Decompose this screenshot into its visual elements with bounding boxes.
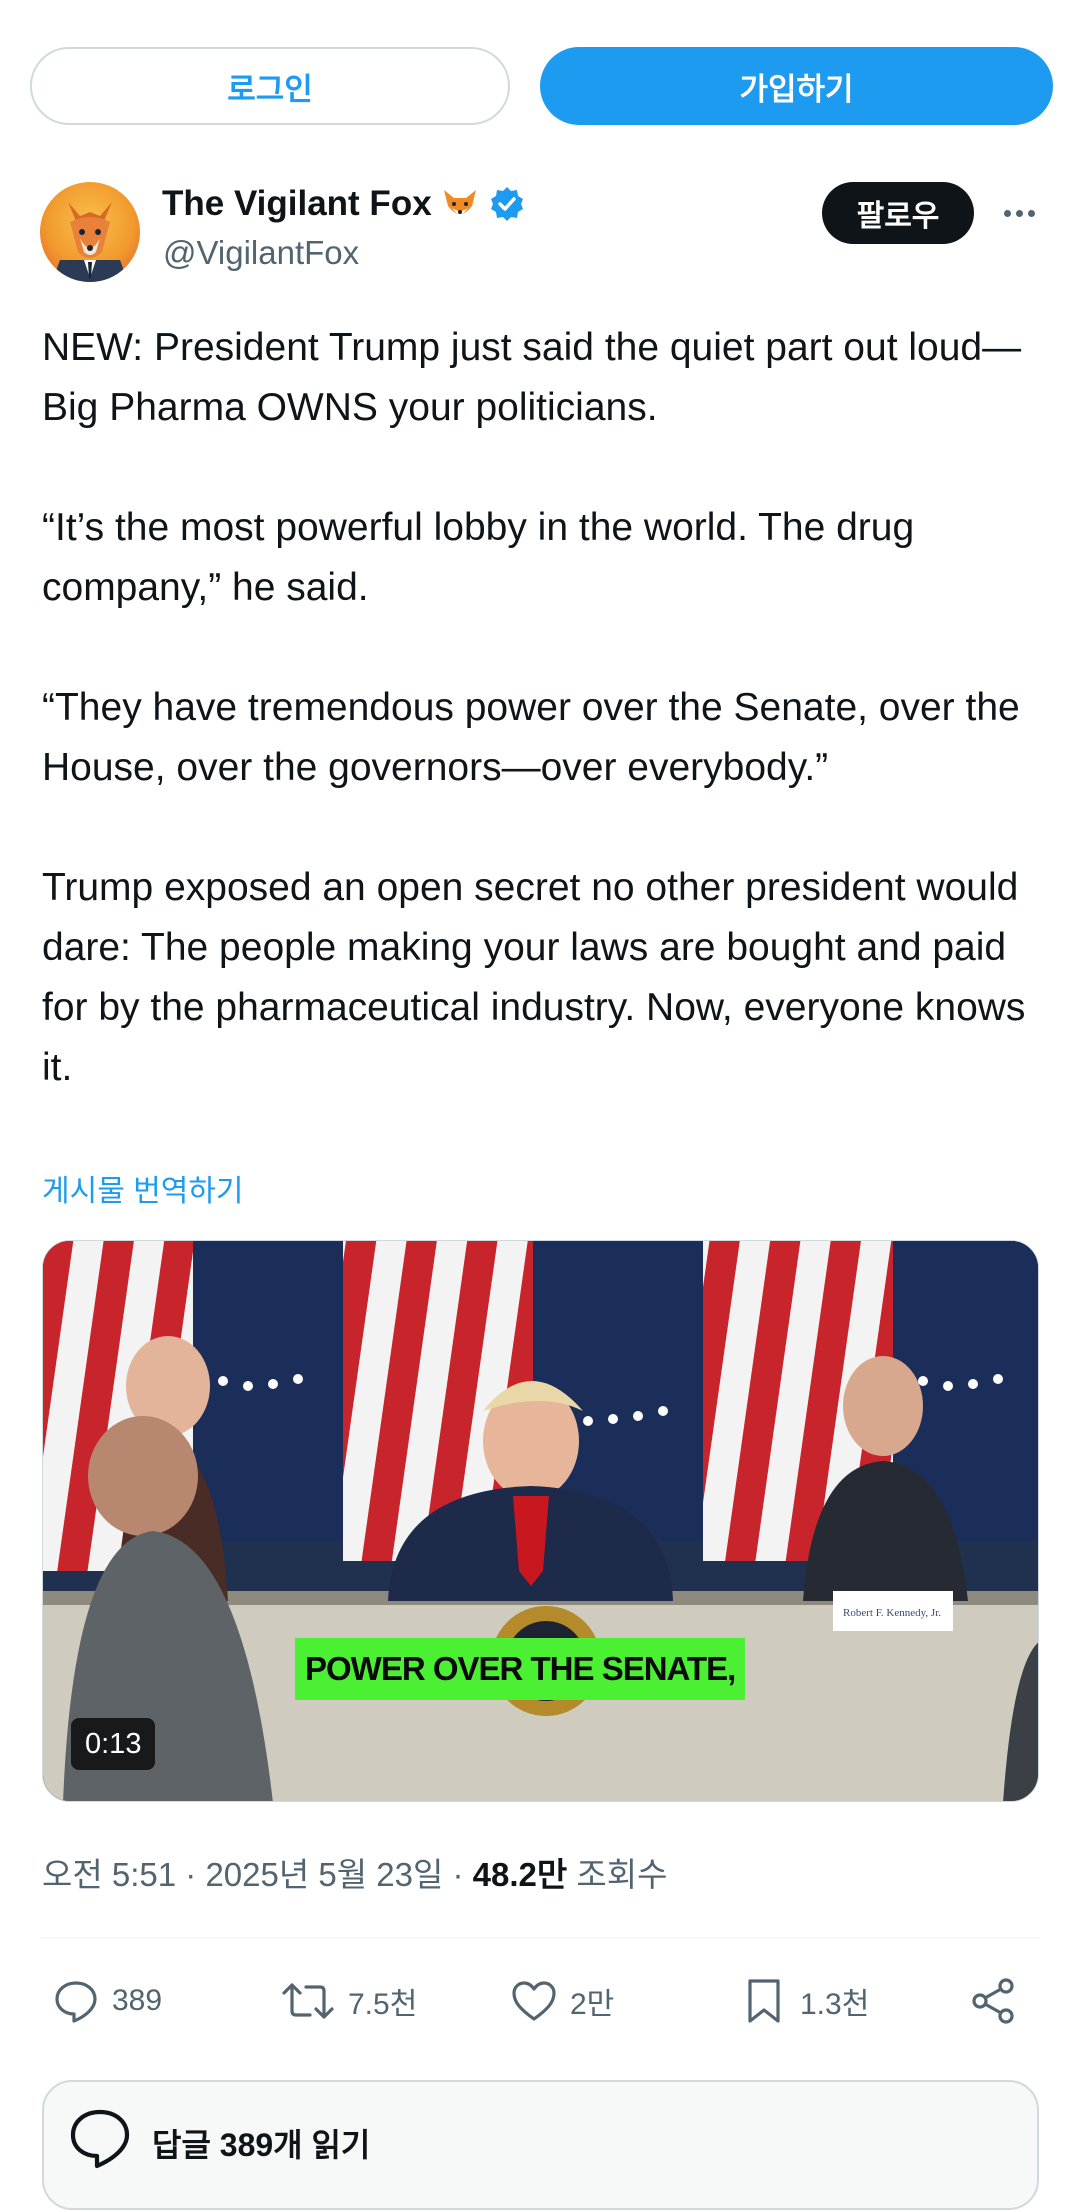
reply-icon <box>55 1981 97 2023</box>
action-bar: 389 7.5천 2만 1.3천 <box>0 1966 1080 2036</box>
tweet-meta: 오전 5:51 · 2025년 5월 23일 · 48.2만 조회수 <box>42 1848 668 1896</box>
nameplate-text: Robert F. Kennedy, Jr. <box>843 1607 941 1619</box>
video-duration: 0:13 <box>71 1718 156 1770</box>
views-label: 조회수 <box>567 1856 668 1893</box>
read-replies-label: 답글 389개 읽기 <box>152 2127 371 2163</box>
bookmark-icon <box>748 1979 780 2023</box>
handle[interactable]: @VigilantFox <box>163 234 359 272</box>
fox-avatar-illustration <box>52 202 128 282</box>
tweet-paragraph: “They have tremendous power over the Sen… <box>42 686 1020 789</box>
views-count: 48.2만 <box>472 1856 568 1893</box>
like-button[interactable]: 2만 <box>510 1966 614 2036</box>
tweet-paragraph: “It’s the most powerful lobby in the wor… <box>42 506 915 609</box>
tweet-paragraph: Trump exposed an open secret no other pr… <box>42 866 1026 1089</box>
tweet-paragraph: NEW: President Trump just said the quiet… <box>42 326 1022 429</box>
fox-emoji-icon <box>443 190 476 214</box>
avatar[interactable] <box>40 182 140 282</box>
reply-count: 389 <box>112 1984 163 2017</box>
more-options-icon[interactable] <box>996 190 1042 236</box>
verified-badge-icon <box>490 187 523 221</box>
video-frame: Robert F. Kennedy, Jr. <box>43 1241 1038 1801</box>
tweet-text: NEW: President Trump just said the quiet… <box>42 318 1042 1098</box>
retweet-button[interactable]: 7.5천 <box>280 1966 417 2036</box>
video-player[interactable]: Robert F. Kennedy, Jr. POWER OVER THE SE… <box>42 1240 1039 1802</box>
reply-button[interactable]: 389 <box>52 1966 162 2036</box>
tweet-header: The Vigilant Fox @VigilantFox 팔로우 <box>0 170 1080 290</box>
share-button[interactable] <box>968 1966 1018 2036</box>
bookmark-count: 1.3천 <box>800 1988 870 2021</box>
login-button[interactable]: 로그인 <box>30 47 510 125</box>
display-name[interactable]: The Vigilant Fox <box>162 184 526 224</box>
top-bar: 로그인 가입하기 <box>0 0 1080 140</box>
heart-icon <box>512 1981 556 2021</box>
follow-button[interactable]: 팔로우 <box>822 182 974 244</box>
retweet-count: 7.5천 <box>348 1988 418 2021</box>
reply-bubble-icon <box>70 2109 130 2169</box>
translate-post-link[interactable]: 게시물 번역하기 <box>42 1166 244 1210</box>
like-count: 2만 <box>570 1988 615 2021</box>
bookmark-button[interactable]: 1.3천 <box>740 1966 869 2036</box>
display-name-text: The Vigilant Fox <box>162 184 432 223</box>
divider <box>40 1937 1040 1938</box>
share-icon <box>972 1978 1014 2024</box>
video-caption: POWER OVER THE SENATE, <box>295 1638 746 1700</box>
read-replies-button[interactable]: 답글 389개 읽기 <box>42 2080 1039 2210</box>
signup-button[interactable]: 가입하기 <box>540 47 1053 125</box>
timestamp[interactable]: 오전 5:51 · 2025년 5월 23일 · <box>42 1856 473 1893</box>
retweet-icon <box>282 1983 334 2019</box>
